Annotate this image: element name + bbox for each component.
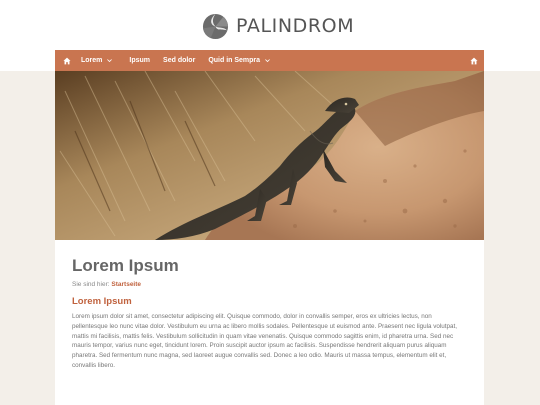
logo-text: PALINDROM <box>236 15 355 37</box>
accessibility-button[interactable] <box>470 50 478 71</box>
page-title: Lorem Ipsum <box>72 256 179 275</box>
hero-image <box>55 71 484 240</box>
accessibility-icon <box>470 57 478 64</box>
breadcrumb: Sie sind hier: Startseite <box>72 281 141 288</box>
nav-item-label: Ipsum <box>129 57 151 64</box>
nav-item-sed-dolor[interactable]: Sed dolor <box>163 50 195 71</box>
logo-icon <box>202 13 229 39</box>
chevron-down-icon <box>107 59 113 63</box>
home-icon <box>63 57 71 64</box>
breadcrumb-prefix: Sie sind hier: <box>72 281 110 288</box>
chevron-down-icon <box>265 59 270 63</box>
nav-item-label: Sed dolor <box>163 57 196 64</box>
nav-item-label: Quid in Sempra <box>208 57 261 64</box>
site-header: PALINDROM <box>0 0 540 50</box>
nav-home-link[interactable] <box>57 50 77 71</box>
nav-item-quid-in-sempra[interactable]: Quid in Sempra <box>208 50 270 71</box>
main-content: Lorem Ipsum Sie sind hier: Startseite Lo… <box>55 71 484 405</box>
nav-item-label: Lorem <box>81 57 103 64</box>
breadcrumb-home-link[interactable]: Startseite <box>111 281 141 288</box>
site-logo[interactable]: PALINDROM <box>202 12 354 40</box>
lizard-photo <box>55 71 484 240</box>
section-subtitle: Lorem Ipsum <box>72 296 132 307</box>
main-navigation: Lorem Ipsum Sed dolor Quid in Sempra <box>55 50 484 71</box>
body-paragraph: Lorem ipsum dolor sit amet, consectetur … <box>72 313 458 369</box>
nav-item-lorem[interactable]: Lorem <box>81 50 113 71</box>
nav-item-ipsum[interactable]: Ipsum <box>129 50 150 71</box>
